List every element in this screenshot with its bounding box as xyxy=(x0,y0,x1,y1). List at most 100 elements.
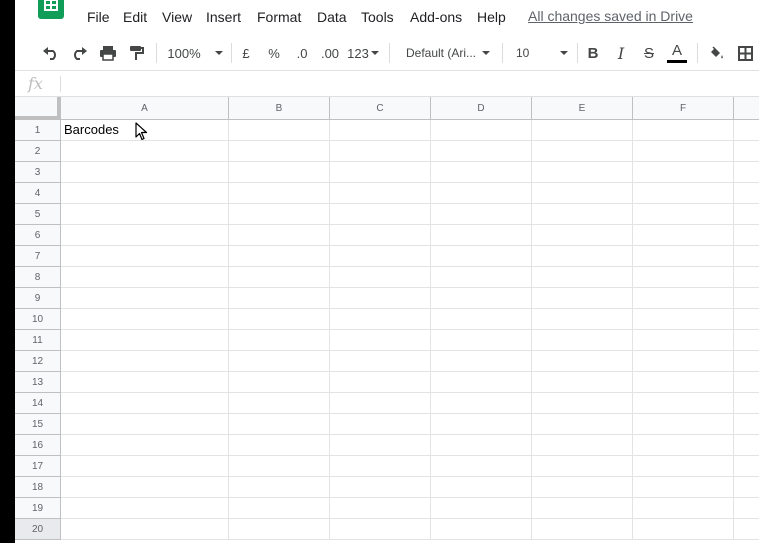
cell-e1[interactable] xyxy=(532,120,633,141)
cell-b3[interactable] xyxy=(229,162,330,183)
cell-partial[interactable] xyxy=(734,351,759,372)
cell-a15[interactable] xyxy=(61,414,229,435)
cell-e14[interactable] xyxy=(532,393,633,414)
cell-f8[interactable] xyxy=(633,267,734,288)
cell-partial[interactable] xyxy=(734,120,759,141)
cell-b5[interactable] xyxy=(229,204,330,225)
cell-b13[interactable] xyxy=(229,372,330,393)
cell-c18[interactable] xyxy=(330,477,431,498)
cell-a7[interactable] xyxy=(61,246,229,267)
cell-a19[interactable] xyxy=(61,498,229,519)
cell-partial[interactable] xyxy=(734,330,759,351)
cell-c1[interactable] xyxy=(330,120,431,141)
cell-partial[interactable] xyxy=(734,309,759,330)
print-button[interactable] xyxy=(97,42,119,64)
cell-a2[interactable] xyxy=(61,141,229,162)
row-header-4[interactable]: 4 xyxy=(15,183,61,204)
row-header-5[interactable]: 5 xyxy=(15,204,61,225)
cell-e2[interactable] xyxy=(532,141,633,162)
cell-d9[interactable] xyxy=(431,288,532,309)
cell-c15[interactable] xyxy=(330,414,431,435)
fill-color-button[interactable] xyxy=(706,42,726,64)
menu-insert[interactable]: Insert xyxy=(206,9,241,26)
cell-c19[interactable] xyxy=(330,498,431,519)
row-header-13[interactable]: 13 xyxy=(15,372,61,393)
cell-partial[interactable] xyxy=(734,498,759,519)
cell-b18[interactable] xyxy=(229,477,330,498)
format-currency-button[interactable]: £ xyxy=(237,42,255,64)
cell-b17[interactable] xyxy=(229,456,330,477)
cell-f10[interactable] xyxy=(633,309,734,330)
select-all-corner[interactable] xyxy=(15,97,61,120)
cell-f14[interactable] xyxy=(633,393,734,414)
row-header-12[interactable]: 12 xyxy=(15,351,61,372)
row-header-18[interactable]: 18 xyxy=(15,477,61,498)
cell-f1[interactable] xyxy=(633,120,734,141)
cell-a10[interactable] xyxy=(61,309,229,330)
cell-e19[interactable] xyxy=(532,498,633,519)
cell-partial[interactable] xyxy=(734,519,759,540)
paint-format-button[interactable] xyxy=(125,42,147,64)
cell-b1[interactable] xyxy=(229,120,330,141)
cell-a12[interactable] xyxy=(61,351,229,372)
cell-c7[interactable] xyxy=(330,246,431,267)
cell-c10[interactable] xyxy=(330,309,431,330)
column-header-d[interactable]: D xyxy=(431,97,532,120)
cell-a14[interactable] xyxy=(61,393,229,414)
cell-e13[interactable] xyxy=(532,372,633,393)
cell-f7[interactable] xyxy=(633,246,734,267)
cell-b14[interactable] xyxy=(229,393,330,414)
cell-e20[interactable] xyxy=(532,519,633,540)
row-header-14[interactable]: 14 xyxy=(15,393,61,414)
cell-e7[interactable] xyxy=(532,246,633,267)
cell-a11[interactable] xyxy=(61,330,229,351)
cell-partial[interactable] xyxy=(734,288,759,309)
cell-c8[interactable] xyxy=(330,267,431,288)
row-header-1[interactable]: 1 xyxy=(15,120,61,141)
cell-e10[interactable] xyxy=(532,309,633,330)
cell-d6[interactable] xyxy=(431,225,532,246)
cell-partial[interactable] xyxy=(734,372,759,393)
cell-e8[interactable] xyxy=(532,267,633,288)
cell-d13[interactable] xyxy=(431,372,532,393)
menu-data[interactable]: Data xyxy=(317,9,347,26)
cell-f19[interactable] xyxy=(633,498,734,519)
cell-d18[interactable] xyxy=(431,477,532,498)
cell-partial[interactable] xyxy=(734,456,759,477)
cell-c2[interactable] xyxy=(330,141,431,162)
cell-c13[interactable] xyxy=(330,372,431,393)
cell-c3[interactable] xyxy=(330,162,431,183)
cell-a5[interactable] xyxy=(61,204,229,225)
cell-d19[interactable] xyxy=(431,498,532,519)
cell-f12[interactable] xyxy=(633,351,734,372)
cell-c16[interactable] xyxy=(330,435,431,456)
cell-f17[interactable] xyxy=(633,456,734,477)
cell-b9[interactable] xyxy=(229,288,330,309)
font-family-select[interactable]: Default (Ari... xyxy=(401,42,495,64)
cell-e16[interactable] xyxy=(532,435,633,456)
cell-partial[interactable] xyxy=(734,141,759,162)
format-percent-button[interactable]: % xyxy=(265,42,283,64)
text-color-button[interactable]: A xyxy=(666,42,688,64)
increase-decimals-button[interactable]: .00 xyxy=(318,42,342,64)
column-header-c[interactable]: C xyxy=(330,97,431,120)
sheets-logo-icon[interactable] xyxy=(38,0,64,19)
cell-e3[interactable] xyxy=(532,162,633,183)
cell-partial[interactable] xyxy=(734,477,759,498)
strikethrough-button[interactable]: S xyxy=(639,42,659,64)
cell-c14[interactable] xyxy=(330,393,431,414)
borders-button[interactable] xyxy=(735,42,755,64)
cell-e6[interactable] xyxy=(532,225,633,246)
cell-b11[interactable] xyxy=(229,330,330,351)
cell-b20[interactable] xyxy=(229,519,330,540)
decrease-decimals-button[interactable]: .0 xyxy=(291,42,313,64)
row-header-2[interactable]: 2 xyxy=(15,141,61,162)
cell-e17[interactable] xyxy=(532,456,633,477)
cell-f16[interactable] xyxy=(633,435,734,456)
cell-e5[interactable] xyxy=(532,204,633,225)
formula-input[interactable] xyxy=(65,74,755,93)
cell-e12[interactable] xyxy=(532,351,633,372)
cell-partial[interactable] xyxy=(734,393,759,414)
zoom-select[interactable]: 100% xyxy=(167,42,223,64)
cell-f2[interactable] xyxy=(633,141,734,162)
